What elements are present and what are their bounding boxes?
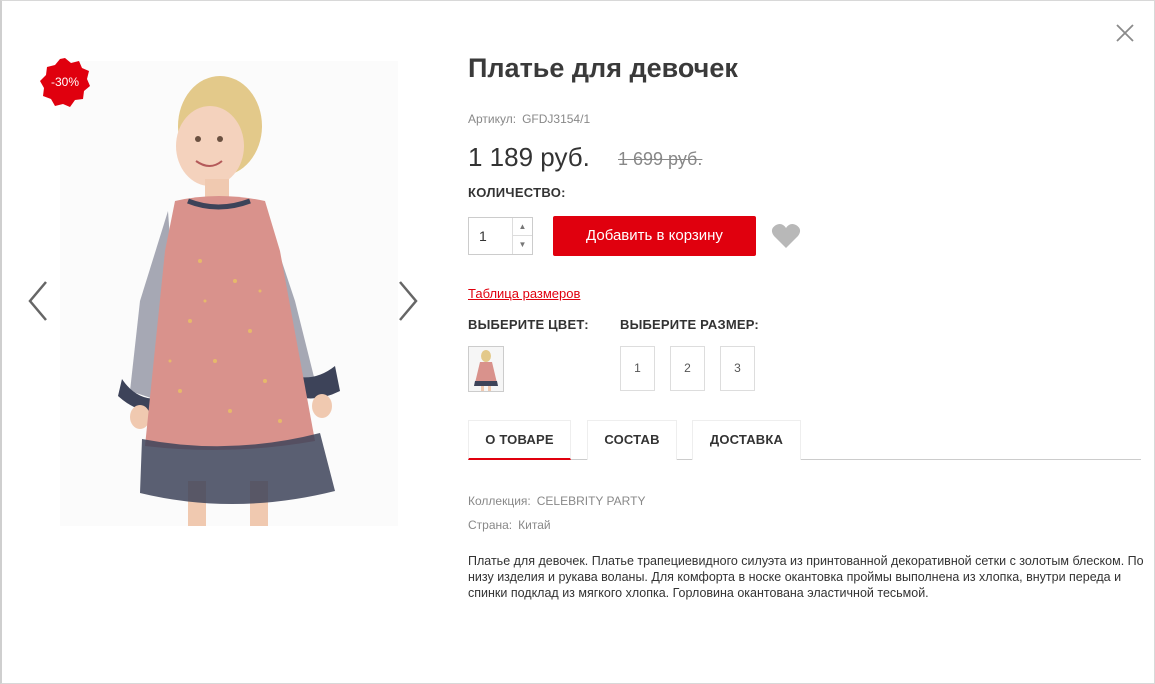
old-price: 1 699 руб. [618,149,703,169]
discount-badge: -30% [40,58,90,108]
product-description: Платье для девочек. Платье трапециевидно… [468,554,1144,600]
size-label: ВЫБЕРИТЕ РАЗМЕР: [620,317,759,332]
collection-value: CELEBRITY PARTY [536,494,646,508]
sku-value: GFDJ3154/1 [522,112,591,126]
color-label: ВЫБЕРИТЕ ЦВЕТ: [468,317,589,332]
country-label: Страна: [468,518,513,532]
quantity-label: КОЛИЧЕСТВО: [468,185,566,200]
tab-delivery[interactable]: ДОСТАВКА [692,420,801,460]
discount-badge-label: -30% [50,75,79,89]
quantity-decrement-icon[interactable]: ▼ [513,236,532,254]
quantity-input[interactable] [469,218,513,254]
collection-info: Коллекция: CELEBRITY PARTY [468,494,645,508]
current-price: 1 189 руб. [468,142,590,172]
quantity-spinner: ▲ ▼ [512,218,532,254]
country-info: Страна: Китай [468,518,551,532]
country-value: Китай [518,518,551,532]
heart-icon[interactable] [771,223,801,249]
quantity-stepper: ▲ ▼ [468,217,533,255]
tab-composition[interactable]: СОСТАВ [587,420,677,460]
chevron-right-icon[interactable] [392,276,422,326]
page-title: Платье для девочек [468,53,738,83]
product-photo [60,61,398,526]
add-to-cart-button[interactable]: Добавить в корзину [553,216,756,256]
quantity-increment-icon[interactable]: ▲ [513,218,532,236]
size-option[interactable]: 2 [670,346,705,391]
chevron-left-icon[interactable] [24,276,54,326]
product-tabs: О ТОВАРЕ СОСТАВ ДОСТАВКА [468,420,1141,460]
color-swatch[interactable] [468,346,504,392]
size-table-link[interactable]: Таблица размеров [468,286,580,301]
collection-label: Коллекция: [468,494,531,508]
product-quickview-modal: -30% Платье для девочек Артикул: GFDJ3154… [0,0,1155,684]
sku-label: Артикул: [468,112,517,126]
sku: Артикул: GFDJ3154/1 [468,112,590,126]
size-option[interactable]: 3 [720,346,755,391]
size-option[interactable]: 1 [620,346,655,391]
product-gallery: -30% [22,51,442,541]
tab-about[interactable]: О ТОВАРЕ [468,420,571,460]
close-icon[interactable] [1114,22,1136,44]
